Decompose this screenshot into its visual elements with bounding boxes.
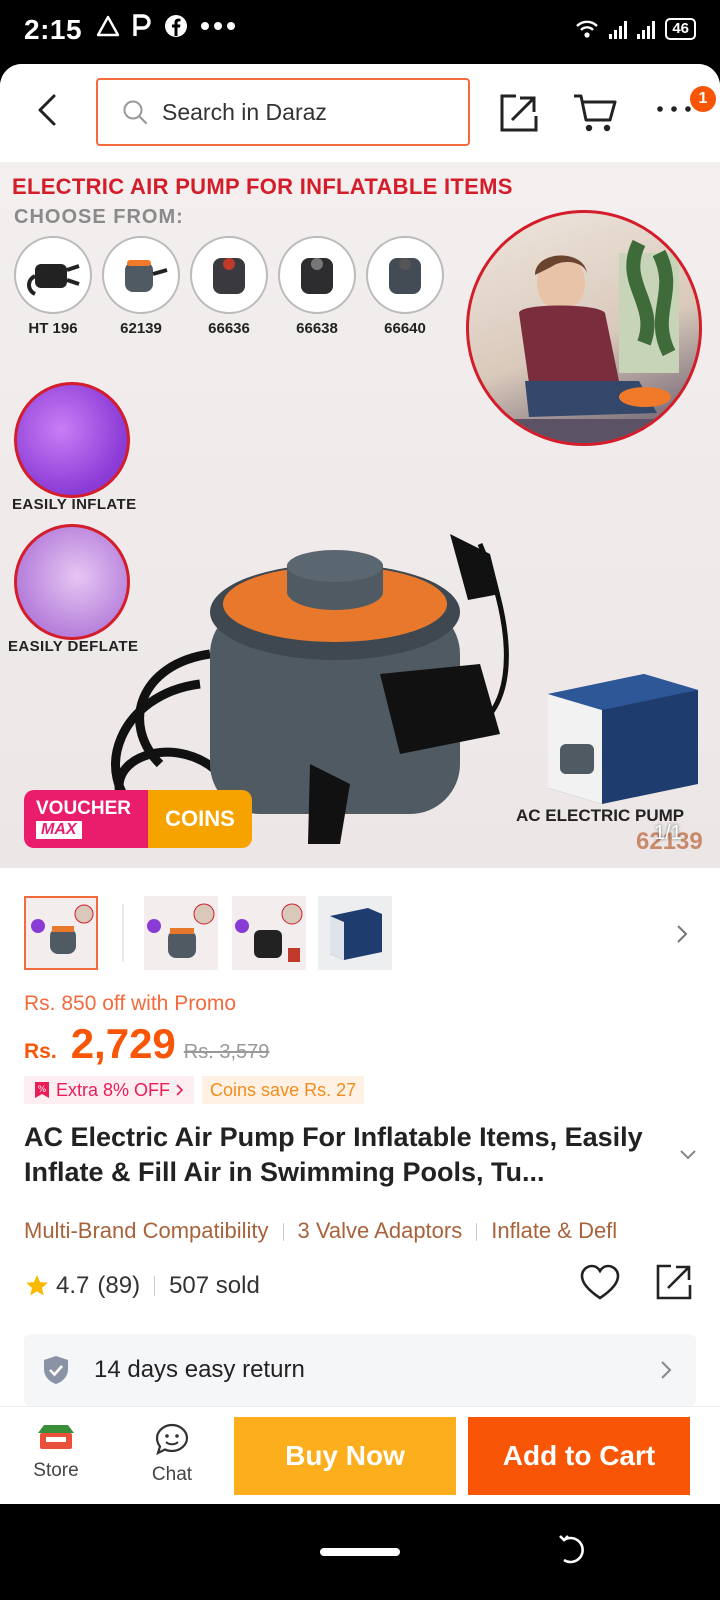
pump-variant-icon	[278, 236, 356, 314]
share-icon[interactable]	[654, 1262, 694, 1302]
status-bar: 2:15 46	[0, 0, 720, 64]
cart-icon[interactable]	[572, 92, 618, 134]
chevron-right-icon	[176, 1084, 184, 1096]
shield-check-icon	[44, 1356, 68, 1384]
bottom-action-bar: Store Chat Buy Now Add to Cart	[0, 1406, 720, 1504]
svg-text:%: %	[38, 1085, 47, 1095]
parking-icon	[133, 14, 151, 36]
voucher-text: VOUCHER	[36, 798, 132, 819]
product-title[interactable]: AC Electric Air Pump For Inflatable Item…	[24, 1120, 664, 1190]
variant-66640: 66640	[366, 236, 444, 337]
feature-item: 3 Valve Adaptors	[297, 1218, 463, 1243]
variant-62139: 62139	[102, 236, 180, 337]
search-bar[interactable]: Search in Daraz	[96, 78, 470, 146]
pump-variant-icon	[14, 236, 92, 314]
store-label: Store	[33, 1460, 79, 1481]
voucher-coins-badge: VOUCHER MAX COINS	[24, 790, 252, 848]
extra-discount-text: Extra 8% OFF	[56, 1079, 171, 1100]
back-gesture-icon[interactable]	[556, 1534, 588, 1566]
search-icon	[123, 100, 148, 125]
star-icon	[26, 1274, 48, 1296]
wifi-icon	[576, 20, 599, 38]
pump-variant-icon	[366, 236, 444, 314]
search-placeholder: Search in Daraz	[162, 98, 327, 125]
facebook-icon	[165, 15, 187, 37]
status-time: 2:15	[24, 14, 83, 45]
price-value: 2,729	[70, 1020, 176, 1067]
notification-icons	[96, 14, 236, 38]
feature-highlights: Multi-Brand Compatibility 3 Valve Adaptor…	[24, 1218, 704, 1248]
signal-icon-2	[637, 19, 656, 39]
chevron-right-icon[interactable]	[674, 924, 690, 944]
price-currency: Rs.	[24, 1040, 57, 1063]
more-options-icon[interactable]	[656, 94, 692, 124]
pump-variant-icon	[190, 236, 268, 314]
rating-value: 4.7	[56, 1272, 90, 1299]
cart-count-badge: 1	[690, 86, 716, 112]
promo-discount-text: Rs. 850 off with Promo	[24, 992, 237, 1015]
chat-label: Chat	[151, 1464, 193, 1485]
image-counter: 1/1	[654, 822, 682, 844]
voucher-icon: %	[35, 1082, 49, 1098]
review-count: (89)	[97, 1272, 141, 1299]
variant-ht196: HT 196	[14, 236, 92, 337]
extra-discount-tag[interactable]: % Extra 8% OFF	[24, 1076, 195, 1104]
variant-code: 66636	[208, 320, 250, 337]
return-policy-row[interactable]: 14 days easy return	[24, 1334, 696, 1406]
sold-count: 507 sold	[169, 1272, 260, 1299]
product-box-illustration	[548, 674, 698, 804]
alert-icon	[96, 15, 120, 37]
variant-code: HT 196	[28, 320, 78, 337]
return-policy-text: 14 days easy return	[94, 1356, 305, 1383]
system-icons: 46	[575, 18, 696, 40]
voucher-max-badge: VOUCHER MAX	[24, 790, 148, 848]
signal-icon-1	[609, 19, 628, 39]
chat-button[interactable]: Chat	[140, 1423, 204, 1486]
chat-icon	[155, 1423, 189, 1456]
thumbnail-1[interactable]	[24, 896, 98, 970]
thumbnail-4[interactable]	[318, 896, 392, 970]
price-tags: % Extra 8% OFF Coins save Rs. 27	[24, 1076, 365, 1104]
chevron-down-icon[interactable]	[678, 1148, 698, 1162]
variant-code: 66638	[296, 320, 338, 337]
battery-icon: 46	[665, 18, 696, 40]
thumbnail-3[interactable]	[232, 896, 306, 970]
variant-code: 62139	[120, 320, 162, 337]
product-page: Search in Daraz 1 ELECTRIC AIR PUMP FOR …	[0, 64, 720, 1504]
image-headline: ELECTRIC AIR PUMP FOR INFLATABLE ITEMS	[12, 174, 513, 199]
system-navigation-bar	[0, 1504, 720, 1600]
thumbnail-2[interactable]	[144, 896, 218, 970]
pump-variant-icon	[102, 236, 180, 314]
price-row: Rs. 2,729 Rs. 3,579	[24, 1020, 269, 1068]
heart-icon[interactable]	[580, 1264, 620, 1302]
variant-code: 66640	[384, 320, 426, 337]
original-price: Rs. 3,579	[183, 1041, 270, 1063]
more-dots-icon	[201, 22, 235, 30]
lifestyle-photo	[466, 210, 702, 446]
feature-item: Inflate & Defl	[491, 1218, 618, 1243]
voucher-max-text: MAX	[36, 821, 82, 839]
coins-badge: COINS	[148, 790, 252, 848]
buy-now-button[interactable]: Buy Now	[234, 1417, 456, 1495]
header: Search in Daraz 1	[0, 64, 720, 162]
rating-row[interactable]: 4.7 (89) 507 sold	[24, 1272, 260, 1300]
thumbnail-divider	[122, 904, 124, 962]
add-to-cart-button[interactable]: Add to Cart	[468, 1417, 690, 1495]
store-button[interactable]: Store	[24, 1423, 88, 1482]
image-choose-label: CHOOSE FROM:	[14, 206, 184, 228]
store-icon	[38, 1425, 74, 1449]
chevron-right-icon	[661, 1361, 672, 1379]
share-icon[interactable]	[498, 92, 540, 134]
home-gesture-pill[interactable]	[320, 1548, 400, 1556]
variant-66638: 66638	[278, 236, 356, 337]
thumbnail-strip	[0, 868, 720, 998]
variant-66636: 66636	[190, 236, 268, 337]
feature-item: Multi-Brand Compatibility	[24, 1218, 269, 1243]
coins-save-tag: Coins save Rs. 27	[202, 1076, 365, 1104]
product-image-carousel[interactable]: ELECTRIC AIR PUMP FOR INFLATABLE ITEMS C…	[0, 162, 720, 868]
back-arrow-icon[interactable]	[28, 90, 68, 130]
